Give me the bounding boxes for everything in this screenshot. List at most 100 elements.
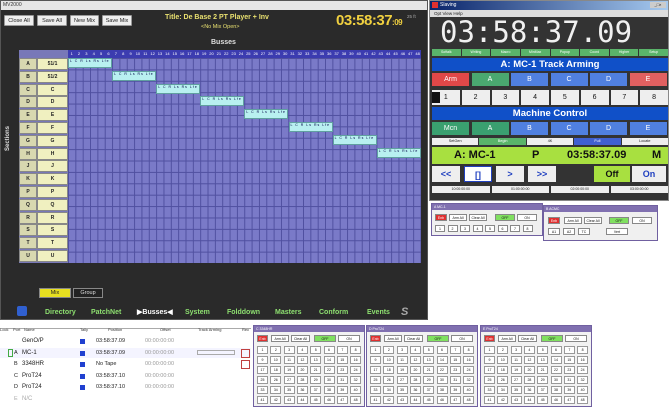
routing-cells[interactable]: L C R Ls Rs Lfe L C R Ls Rs Lfe L C R Ls R… <box>68 58 421 263</box>
track-button[interactable]: 28 <box>523 376 535 384</box>
on-button[interactable]: ON <box>517 214 537 221</box>
track-button[interactable]: 2 <box>270 346 282 354</box>
nav-masters[interactable]: Masters <box>275 309 301 316</box>
save-all-button[interactable]: Save All <box>37 15 67 26</box>
on-button[interactable]: ON <box>565 335 587 342</box>
stop-button[interactable]: [] <box>464 166 492 182</box>
track-button[interactable]: 33 <box>370 386 381 394</box>
bus-assignment[interactable]: L C R Ls Rs Lfe <box>244 109 289 120</box>
locate-timecode[interactable]: 02:00:00:00 <box>551 186 609 193</box>
control-button[interactable]: Full <box>574 138 621 145</box>
control-button[interactable]: Begin <box>479 138 526 145</box>
track-button[interactable]: 2 <box>447 225 458 232</box>
track-button[interactable]: 34 <box>270 386 282 394</box>
bus-assignment[interactable]: L C R Ls Rs Lfe <box>288 122 333 132</box>
track-button[interactable]: 34 <box>383 386 395 394</box>
track-button[interactable]: 35 <box>510 386 522 394</box>
track-button[interactable]: 31 <box>336 376 348 384</box>
track-button[interactable]: 25 <box>257 376 268 384</box>
tab-group[interactable]: Group <box>73 288 103 298</box>
track-button[interactable]: 42 <box>270 396 282 404</box>
clear-all-button[interactable]: Clear All <box>404 335 423 342</box>
track-number-button[interactable]: 8 <box>640 90 668 105</box>
play-button[interactable]: > <box>496 166 524 182</box>
track-button[interactable]: 41 <box>484 396 495 404</box>
track-button[interactable]: 46 <box>323 396 335 404</box>
track-button[interactable]: 7 <box>563 346 575 354</box>
rec-icon[interactable] <box>241 348 250 358</box>
off-button[interactable]: OFF <box>541 335 563 342</box>
track-button[interactable]: 6 <box>323 346 335 354</box>
nav-system[interactable]: System <box>185 309 210 316</box>
arm-button[interactable]: A <box>471 73 509 86</box>
track-button[interactable]: 4 <box>296 346 308 354</box>
bus-assignment[interactable]: L C R Ls Rs Lfe <box>112 70 157 81</box>
track-button[interactable]: 28 <box>409 376 421 384</box>
mode-button[interactable]: Writing <box>461 49 491 56</box>
track-button[interactable]: 10 <box>497 356 509 364</box>
track-button[interactable]: 5 <box>485 225 495 232</box>
track-button[interactable]: 31 <box>563 376 575 384</box>
nav-busses[interactable]: ▶Busses◀ <box>137 308 173 316</box>
track-button[interactable]: 18 <box>383 366 395 374</box>
track-button[interactable]: 43 <box>396 396 408 404</box>
track-button[interactable]: 22 <box>323 366 335 374</box>
track-button[interactable]: 5 <box>423 346 435 354</box>
track-button[interactable]: 2 <box>497 346 509 354</box>
track-button[interactable]: 46 <box>436 396 448 404</box>
section-row[interactable]: FF <box>19 122 68 134</box>
track-button[interactable]: 45 <box>537 396 549 404</box>
track-button[interactable]: 7 <box>449 346 461 354</box>
track-button[interactable]: 38 <box>436 386 448 394</box>
clear-all-button[interactable]: Clear All <box>518 335 537 342</box>
section-row[interactable]: SS <box>19 224 68 237</box>
on-button[interactable]: On <box>632 166 666 182</box>
mode-button[interactable]: Popup <box>550 49 580 56</box>
track-button[interactable]: 27 <box>510 376 522 384</box>
track-button[interactable]: 37 <box>537 386 549 394</box>
section-row[interactable]: RR <box>19 211 68 224</box>
track-button[interactable]: 34 <box>497 386 509 394</box>
mode-button[interactable]: Macro <box>491 49 520 56</box>
track-button[interactable]: TC <box>578 228 590 235</box>
track-button[interactable]: 42 <box>497 396 509 404</box>
mode-button[interactable]: Coord <box>580 49 609 56</box>
nav-directory[interactable]: Directory <box>45 309 76 316</box>
section-row[interactable]: B 51/2 <box>19 70 68 83</box>
track-button[interactable]: Vert <box>606 228 628 235</box>
section-row[interactable]: EE <box>19 109 68 122</box>
track-button[interactable]: 19 <box>283 366 295 374</box>
arm-all-button[interactable]: Arm All <box>271 335 289 342</box>
track-button[interactable]: 44 <box>523 396 535 404</box>
track-button[interactable]: 44 <box>296 396 308 404</box>
track-button[interactable]: 22 <box>436 366 448 374</box>
track-button[interactable]: 21 <box>537 366 549 374</box>
arm-button[interactable]: E <box>629 73 667 86</box>
track-button[interactable]: 5 <box>310 346 322 354</box>
track-button[interactable]: 4 <box>409 346 421 354</box>
track-button[interactable]: 3 <box>510 346 522 354</box>
track-button[interactable]: 44 <box>409 396 421 404</box>
track-button[interactable]: 1 <box>370 346 381 354</box>
section-row[interactable]: QQ <box>19 198 68 211</box>
track-button[interactable]: 2 <box>383 346 395 354</box>
section-row[interactable]: A 51/1 <box>19 58 68 70</box>
track-button[interactable]: 17 <box>370 366 381 374</box>
track-button[interactable]: 25 <box>370 376 381 384</box>
track-button[interactable]: 33 <box>484 386 495 394</box>
track-button[interactable]: A2 <box>563 228 575 235</box>
off-button[interactable]: OFF <box>314 335 336 342</box>
track-button[interactable]: 1 <box>435 225 445 232</box>
track-button[interactable]: 46 <box>550 396 562 404</box>
track-number-button[interactable]: 5 <box>551 90 579 105</box>
arm-all-button[interactable]: Arm All <box>384 335 402 342</box>
off-button[interactable]: OFF <box>427 335 449 342</box>
track-button[interactable]: 20 <box>409 366 421 374</box>
track-button[interactable]: 9 <box>257 356 268 364</box>
machine-row[interactable]: GenO/P 03:58:37.09 00:00:00:00 <box>0 336 251 346</box>
track-button[interactable]: 47 <box>336 396 348 404</box>
track-button[interactable]: 16 <box>577 356 589 364</box>
track-button[interactable]: 23 <box>563 366 575 374</box>
mode-button[interactable]: Setup <box>639 49 668 56</box>
machine-row[interactable]: A MC-1 03:58:37.09 00:00:00:00 <box>0 347 251 358</box>
